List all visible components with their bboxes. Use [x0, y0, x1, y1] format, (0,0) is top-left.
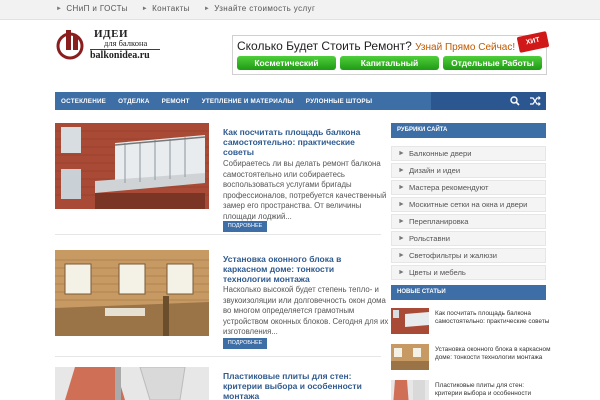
shuffle-icon[interactable]: [529, 95, 541, 107]
divider: [55, 356, 381, 357]
bullet-icon: ►: [398, 252, 405, 259]
new-post-thumbnail: [391, 308, 429, 334]
new-post-item[interactable]: Установка оконного блока в каркасном дом…: [391, 344, 551, 370]
categories-heading: РУБРИКИ САЙТА: [391, 123, 546, 138]
logo-domain-text: balkonidea.ru: [90, 50, 150, 61]
post-excerpt: Собираетесь ли вы делать ремонт балкона …: [223, 159, 387, 221]
arrow-right-icon: ►: [203, 5, 211, 12]
nav-item-roller-blinds[interactable]: РУЛОННЫЕ ШТОРЫ: [300, 98, 378, 105]
sidebar-categories: РУБРИКИ САЙТА ► Балконные двери ► Дизайн и…: [391, 123, 546, 280]
logo-mark-icon: [56, 30, 84, 60]
bullet-icon: ►: [398, 269, 405, 276]
post-title[interactable]: Как посчитать площадь балкона самостояте…: [223, 127, 381, 157]
new-posts-heading: НОВЫЕ СТАТЬИ: [391, 285, 546, 300]
arrow-right-icon: ►: [141, 5, 149, 12]
category-item[interactable]: ► Балконные двери: [391, 146, 546, 161]
bullet-icon: ►: [398, 150, 405, 157]
ad-banner[interactable]: Сколько Будет Стоить Ремонт? Узнай Прямо…: [232, 31, 550, 75]
category-item[interactable]: ► Дизайн и идеи: [391, 163, 546, 178]
post-thumbnail[interactable]: [55, 123, 209, 209]
read-more-button[interactable]: ПОДРОБНЕЕ: [223, 338, 267, 349]
post-thumbnail[interactable]: [55, 250, 209, 336]
top-links: ► СНиП и ГОСТы ► Контакты ► Узнайте стоимос…: [56, 4, 315, 13]
new-post-thumbnail: [391, 344, 429, 370]
hit-badge: ХИТ: [516, 31, 550, 53]
new-post-item[interactable]: Пластиковые плиты для стен: критерии выб…: [391, 380, 551, 400]
bullet-icon: ►: [398, 235, 405, 242]
category-item[interactable]: ► Цветы и мебель: [391, 265, 546, 280]
category-item[interactable]: ► Светофильтры и жалюзи: [391, 248, 546, 263]
category-item[interactable]: ► Рольставни: [391, 231, 546, 246]
separate-works-button[interactable]: Отдельные Работы: [443, 56, 542, 70]
main-nav: ОСТЕКЛЕНИЕ ОТДЕЛКА РЕМОНТ УТЕПЛЕНИЕ И МА…: [55, 92, 546, 110]
top-link-prices[interactable]: ► Узнайте стоимость услуг: [204, 4, 315, 13]
capital-repair-button[interactable]: Капитальный: [340, 56, 439, 70]
nav-item-insulation[interactable]: УТЕПЛЕНИЕ И МАТЕРИАЛЫ: [196, 98, 300, 105]
read-more-button[interactable]: ПОДРОБНЕЕ: [223, 221, 267, 232]
banner-buttons: Косметический Капитальный Отдельные Рабо…: [233, 56, 546, 70]
category-item[interactable]: ► Перепланировка: [391, 214, 546, 229]
divider: [55, 234, 381, 235]
bullet-icon: ►: [398, 184, 405, 191]
post-title[interactable]: Пластиковые плиты для стен: критерии выб…: [223, 371, 381, 400]
nav-tools: [431, 92, 546, 110]
banner-headline: Сколько Будет Стоить Ремонт? Узнай Прямо…: [237, 39, 516, 53]
site-logo[interactable]: ИДЕИ для балкона balkonidea.ru: [56, 28, 166, 68]
bullet-icon: ►: [398, 201, 405, 208]
arrow-right-icon: ►: [56, 5, 63, 12]
new-post-title: Пластиковые плиты для стен: критерии выб…: [435, 382, 532, 398]
sidebar-new-posts: НОВЫЕ СТАТЬИ: [391, 285, 546, 300]
new-post-title: Как посчитать площадь балкона самостояте…: [435, 310, 550, 326]
top-bar: ► СНиП и ГОСТы ► Контакты ► Узнайте стоимос…: [0, 0, 600, 20]
top-link-snip[interactable]: ► СНиП и ГОСТы: [56, 4, 128, 13]
cosmetic-repair-button[interactable]: Косметический: [237, 56, 336, 70]
post-excerpt: Насколько высокой будет степень тепло- и…: [223, 285, 389, 336]
category-item[interactable]: ► Москитные сетки на окна и двери: [391, 197, 546, 212]
logo-middle-text: для балкона: [104, 38, 148, 48]
bullet-icon: ►: [398, 167, 405, 174]
banner-subline: Узнай Прямо Сейчас!: [415, 42, 516, 53]
bullet-icon: ►: [398, 218, 405, 225]
new-post-item[interactable]: Как посчитать площадь балкона самостояте…: [391, 308, 551, 334]
new-post-title: Установка оконного блока в каркасном дом…: [435, 346, 551, 362]
top-link-contacts[interactable]: ► Контакты: [142, 4, 190, 13]
nav-item-finishing[interactable]: ОТДЕЛКА: [112, 98, 155, 105]
search-icon[interactable]: [509, 95, 521, 107]
post-title[interactable]: Установка оконного блока в каркасном дом…: [223, 254, 381, 284]
nav-item-glazing[interactable]: ОСТЕКЛЕНИЕ: [55, 98, 112, 105]
category-item[interactable]: ► Мастера рекомендуют: [391, 180, 546, 195]
nav-item-repair[interactable]: РЕМОНТ: [156, 98, 196, 105]
new-post-thumbnail: [391, 380, 429, 400]
post-thumbnail[interactable]: [55, 367, 209, 400]
